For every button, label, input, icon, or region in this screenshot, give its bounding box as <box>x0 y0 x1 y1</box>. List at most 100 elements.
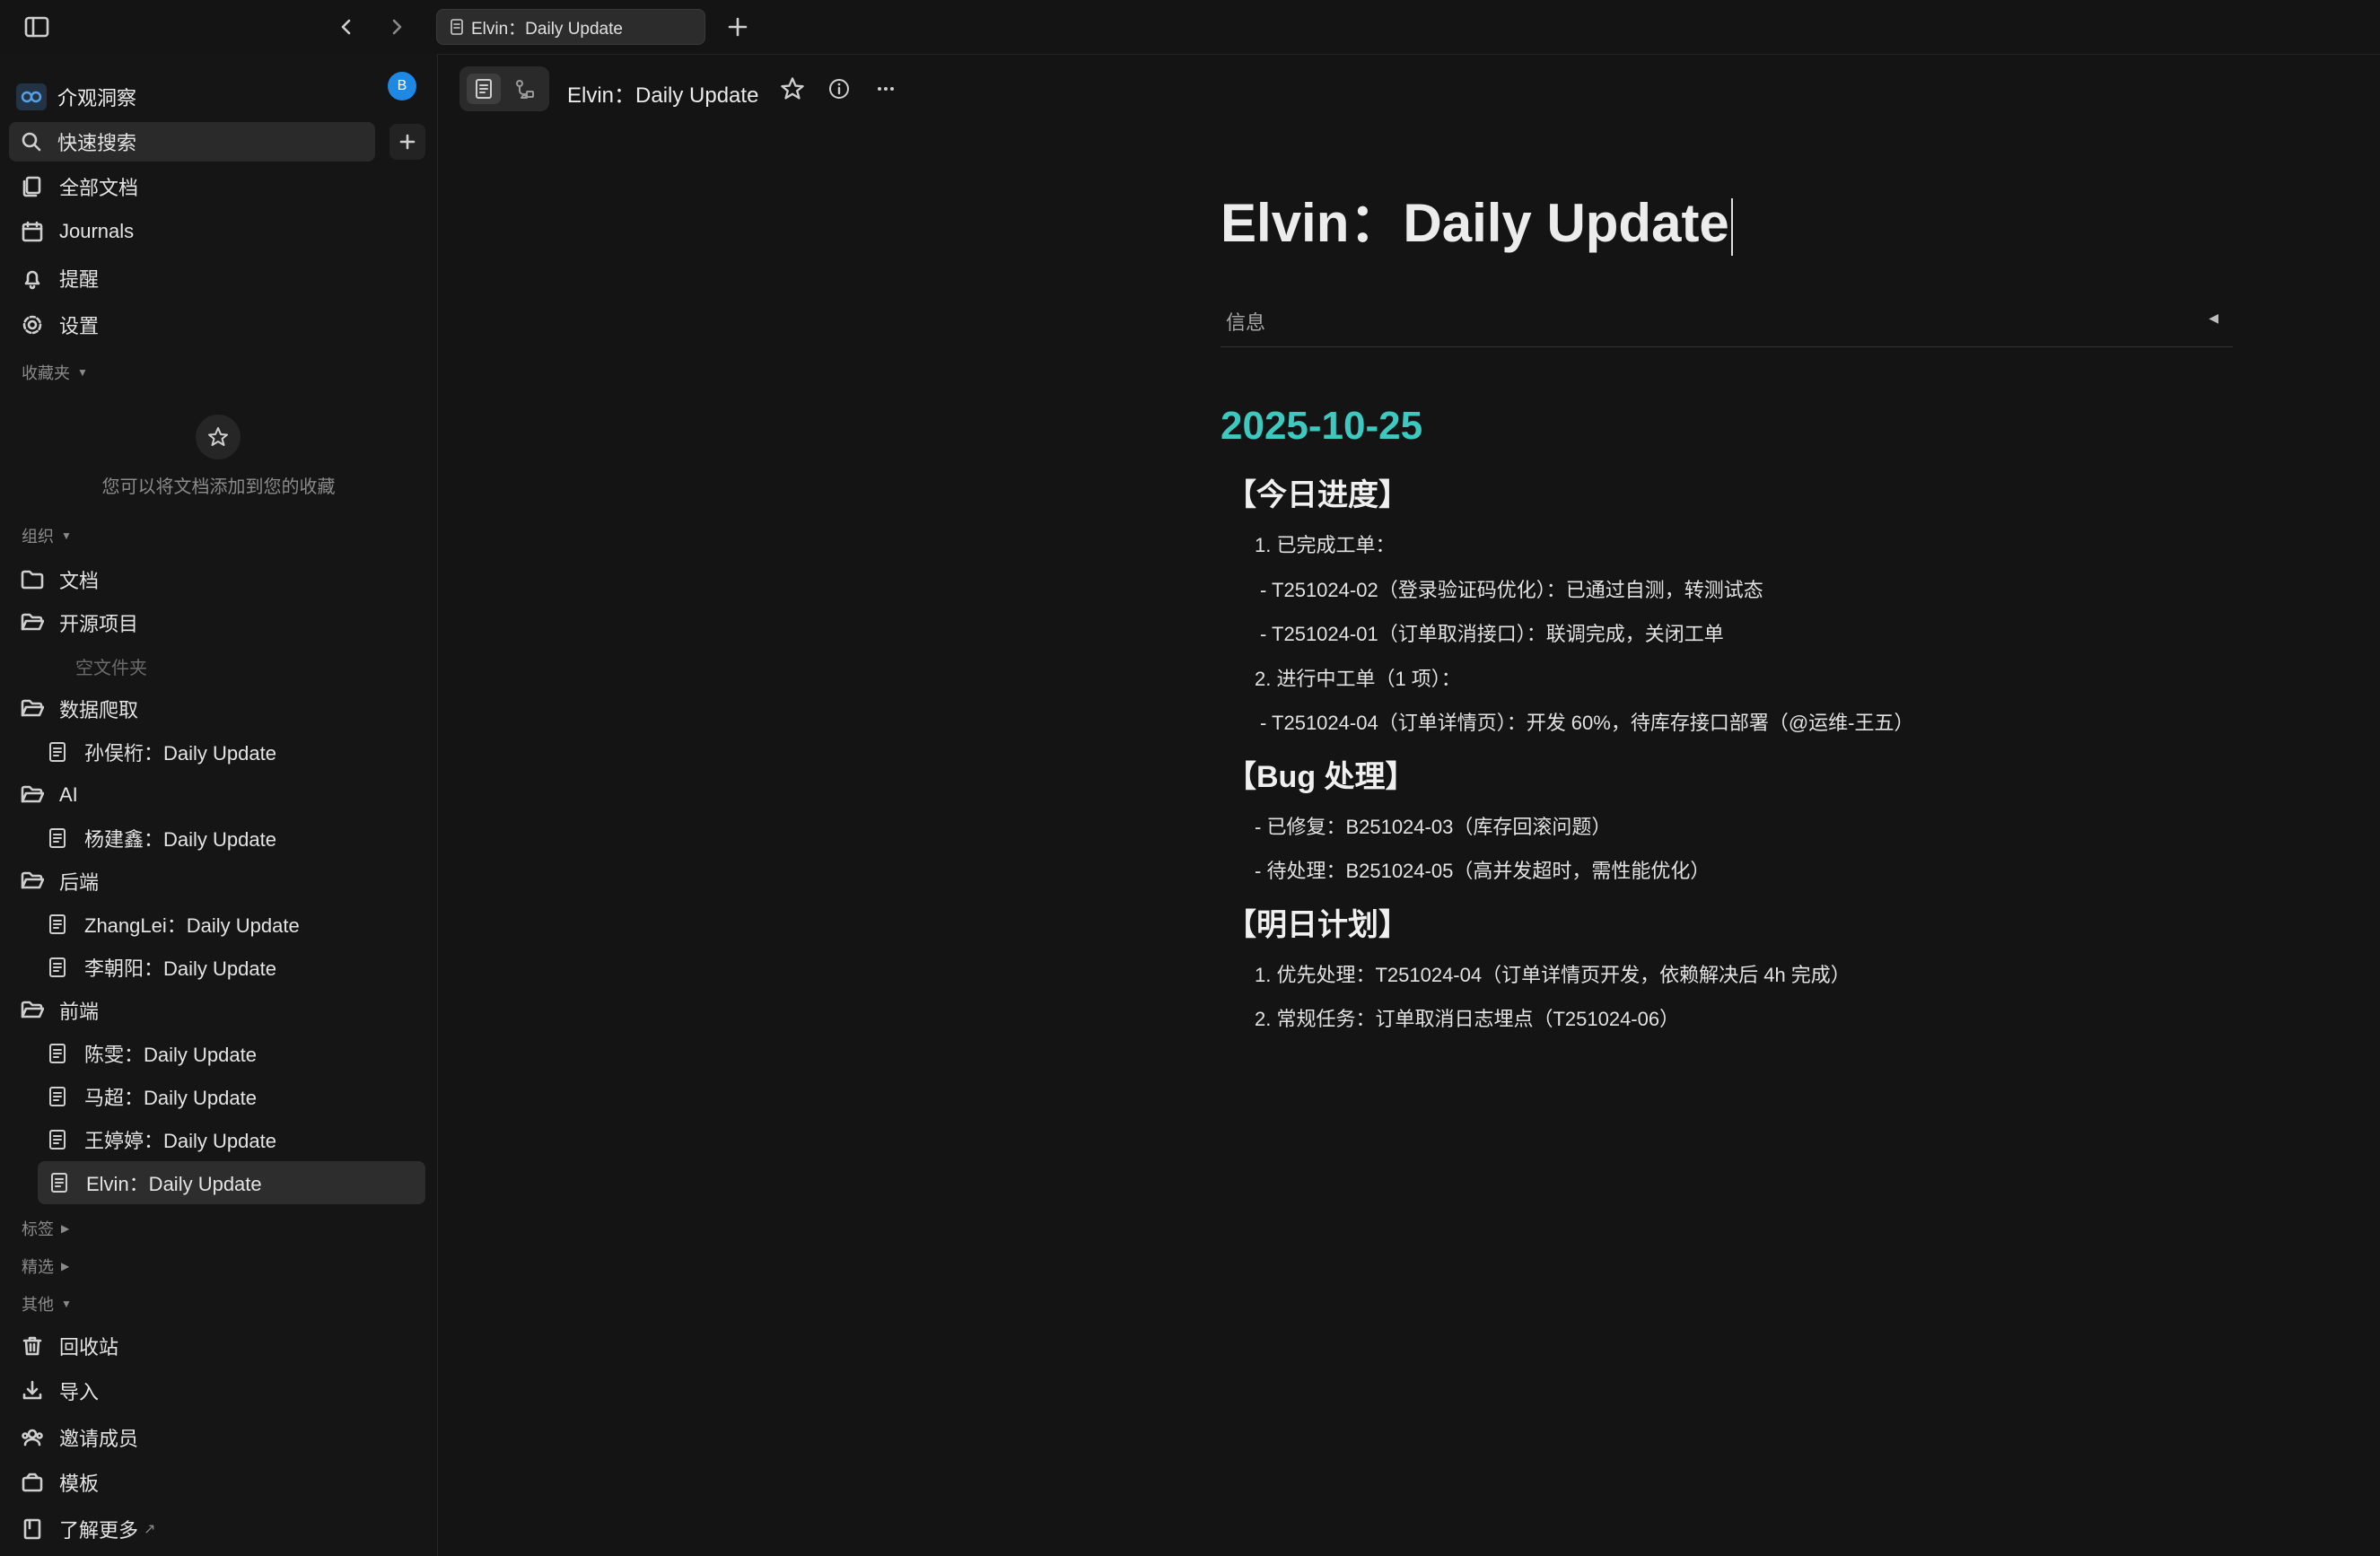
date-heading: 2025-10-25 <box>1221 404 1423 448</box>
tab-elvin-daily-update[interactable]: Elvin：Daily Update <box>436 9 705 45</box>
doc-label: 陈雯：Daily Update <box>84 1044 257 1066</box>
quick-search-button[interactable]: 快速搜索 <box>9 122 375 162</box>
doc-info-section[interactable]: 信息 ◀ <box>1221 296 2233 347</box>
new-tab-plus-icon[interactable] <box>723 13 752 41</box>
workspace-switcher[interactable]: 介观洞察 <box>16 70 429 124</box>
templates-item[interactable]: 模板 <box>9 1461 425 1504</box>
caret-down-icon: ▼ <box>61 529 72 542</box>
doc-item[interactable]: ZhangLei：Daily Update <box>9 903 425 946</box>
content-line: 1. 优先处理：T251024-04（订单详情页开发，依赖解决后 4h 完成） <box>1255 964 1851 986</box>
edgeless-mode-icon[interactable] <box>508 74 542 104</box>
doc-item[interactable]: 马超：Daily Update <box>9 1075 425 1118</box>
doc-label: 李朝阳：Daily Update <box>84 957 276 980</box>
content-line: 2. 进行中工单（1 项）： <box>1255 668 1461 690</box>
all-docs-icon <box>20 174 45 199</box>
section-label: 其他 <box>22 1296 54 1314</box>
template-icon <box>20 1470 45 1495</box>
plus-icon <box>398 132 417 152</box>
content-line: - 已修复：B251024-03（库存回滚问题） <box>1255 816 1612 838</box>
favorites-hint: 您可以将文档添加到您的收藏 <box>101 477 336 497</box>
forward-arrow-icon[interactable] <box>384 14 409 39</box>
folder-open-icon <box>20 610 45 635</box>
search-icon <box>20 130 43 153</box>
nav-reminders[interactable]: 提醒 <box>9 257 425 300</box>
other-section-header[interactable]: 其他 ▼ <box>22 1292 72 1316</box>
folder-label: 前端 <box>59 1001 100 1023</box>
favorites-section-header[interactable]: 收藏夹 ▼ <box>22 361 88 384</box>
doc-item[interactable]: 孙俣桁：Daily Update <box>9 730 425 774</box>
caret-right-icon: ▶ <box>61 1222 70 1235</box>
doc-item[interactable]: 王婷婷：Daily Update <box>9 1118 425 1161</box>
folder-item[interactable]: 前端 <box>9 989 425 1032</box>
page-icon <box>47 826 68 850</box>
trash-item[interactable]: 回收站 <box>9 1324 425 1368</box>
featured-section-header[interactable]: 精选 ▶ <box>22 1254 69 1278</box>
invite-members-item[interactable]: 邀请成员 <box>9 1416 425 1459</box>
folder-label: 数据爬取 <box>59 699 139 721</box>
caret-right-icon: ▶ <box>61 1260 70 1272</box>
section-heading: 【明日计划】 <box>1226 908 1409 942</box>
other-label: 回收站 <box>59 1336 119 1359</box>
avatar[interactable]: B <box>388 72 416 101</box>
text-cursor <box>1730 198 1733 257</box>
top-bar: Elvin：Daily Update <box>0 0 2380 55</box>
section-heading: 【Bug 处理】 <box>1226 760 1416 794</box>
nav-label: Journals <box>59 220 135 242</box>
nav-all-docs[interactable]: 全部文档 <box>9 165 425 208</box>
folder-item[interactable]: 后端 <box>9 860 425 903</box>
nav-label: 设置 <box>59 315 100 337</box>
section-label: 收藏夹 <box>22 364 70 382</box>
workspace-name: 介观洞察 <box>57 87 137 109</box>
doc-item[interactable]: 杨建鑫：Daily Update <box>9 817 425 860</box>
back-arrow-icon[interactable] <box>334 14 359 39</box>
org-section-header[interactable]: 组织 ▼ <box>22 524 72 547</box>
book-icon <box>20 1517 45 1542</box>
page-mode-icon[interactable] <box>467 74 501 104</box>
doc-toolbar: Elvin：Daily Update <box>456 66 1443 113</box>
content-line: - T251024-02（登录验证码优化）：已通过自测，转测试态 <box>1260 579 1763 601</box>
other-label: 导入 <box>59 1381 100 1403</box>
learn-more-item[interactable]: 了解更多 ↗ <box>9 1508 425 1551</box>
nav-journals[interactable]: Journals <box>9 210 425 253</box>
page-icon <box>47 1042 68 1065</box>
add-doc-button[interactable] <box>389 124 425 160</box>
calendar-icon <box>20 219 45 244</box>
tags-section-header[interactable]: 标签 ▶ <box>22 1217 69 1240</box>
toolbar-doc-title[interactable]: Elvin：Daily Update <box>567 77 758 109</box>
other-label: 了解更多 <box>59 1519 139 1542</box>
page-icon <box>47 913 68 936</box>
favorite-star-icon[interactable] <box>779 75 806 102</box>
favorites-empty-state: 您可以将文档添加到您的收藏 <box>0 415 437 513</box>
folder-item[interactable]: 文档 <box>9 558 425 601</box>
nav-label: 全部文档 <box>59 177 139 199</box>
folder-item[interactable]: 数据爬取 <box>9 687 425 730</box>
info-icon[interactable] <box>826 75 853 102</box>
folder-open-icon <box>20 782 45 808</box>
section-label: 标签 <box>22 1220 54 1238</box>
doc-title-text: Elvin：Daily Update <box>1221 193 1729 253</box>
sidebar: 介观洞察 B 快速搜索 全部文档 Journals 提醒 设置 收藏夹 ▼ 您可以… <box>0 54 438 1556</box>
sidebar-toggle-icon[interactable] <box>23 14 50 39</box>
tab-label: Elvin：Daily Update <box>471 19 623 39</box>
folder-item[interactable]: AI <box>9 774 425 817</box>
collapse-triangle-icon[interactable]: ◀ <box>2209 310 2218 326</box>
folder-open-icon <box>20 998 45 1023</box>
doc-title[interactable]: Elvin：Daily Update <box>1221 179 1733 258</box>
doc-item-active[interactable]: Elvin：Daily Update <box>38 1161 425 1204</box>
content-line: - T251024-04（订单详情页）：开发 60%，待库存接口部署（@运维-王… <box>1260 712 1914 734</box>
section-label: 组织 <box>22 528 54 546</box>
content-line: 1. 已完成工单： <box>1255 534 1396 556</box>
info-label: 信息 <box>1226 311 1266 334</box>
content-line: - T251024-01（订单取消接口）：联调完成，关闭工单 <box>1260 623 1724 645</box>
page-icon <box>450 19 464 35</box>
doc-label: 杨建鑫：Daily Update <box>84 828 276 851</box>
import-item[interactable]: 导入 <box>9 1369 425 1412</box>
folder-open-icon <box>20 869 45 894</box>
external-link-icon: ↗ <box>144 1522 156 1537</box>
more-options-icon[interactable] <box>872 75 899 102</box>
other-label: 模板 <box>59 1473 100 1495</box>
doc-item[interactable]: 陈雯：Daily Update <box>9 1032 425 1075</box>
nav-settings[interactable]: 设置 <box>9 303 425 346</box>
doc-item[interactable]: 李朝阳：Daily Update <box>9 946 425 989</box>
folder-item[interactable]: 开源项目 <box>9 601 425 644</box>
